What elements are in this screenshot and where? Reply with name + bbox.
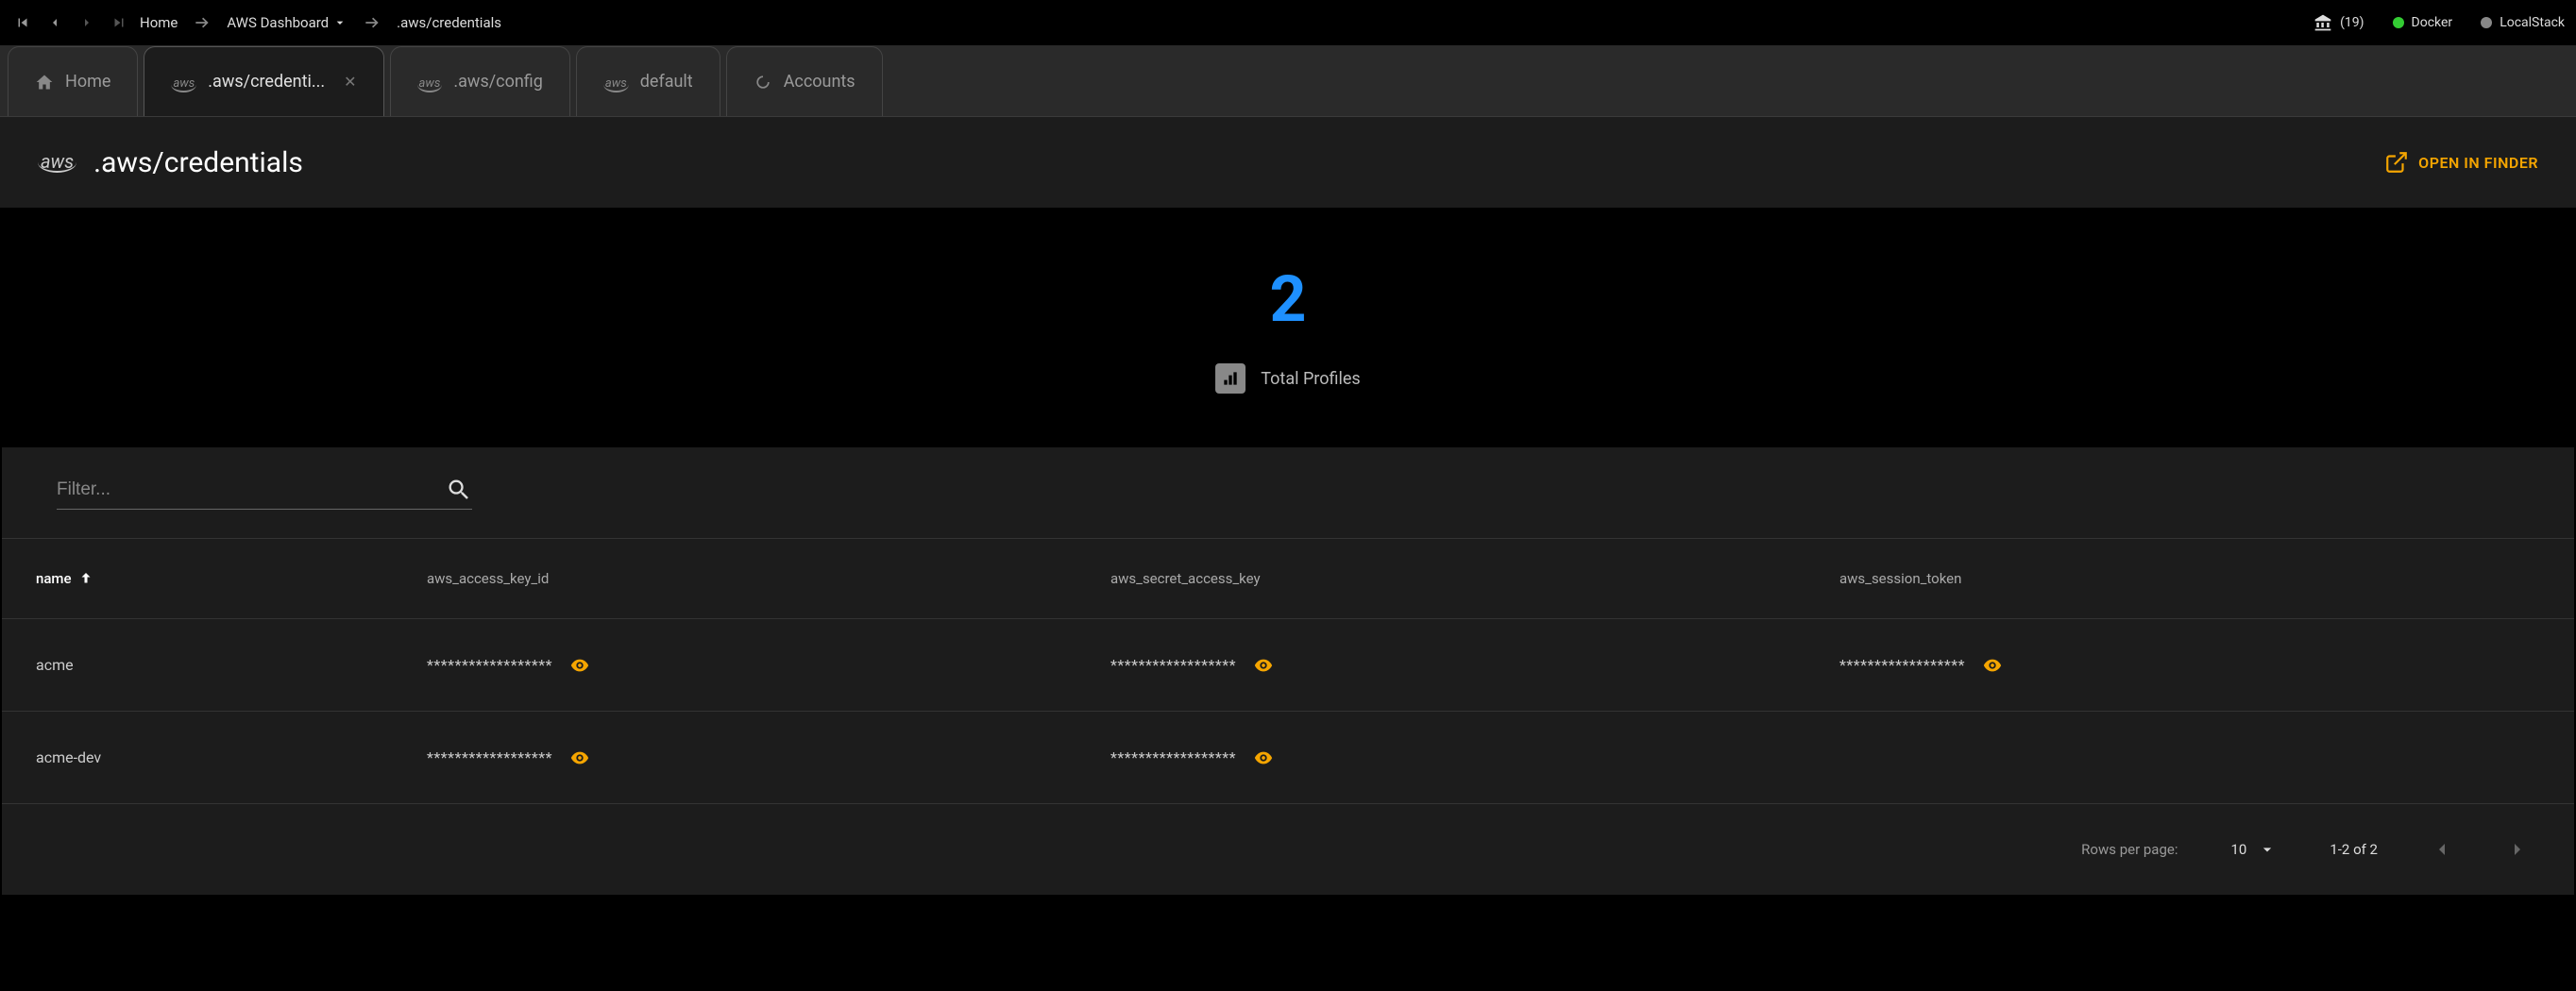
column-name-label: name [36,570,72,587]
bank-icon [2313,13,2332,32]
dropdown-icon [2258,840,2277,859]
cell-name: acme-dev [2,748,393,766]
status-dot-gray [2481,17,2492,28]
nav-first-icon[interactable] [11,11,34,34]
page-title: .aws/credentials [93,146,303,179]
sort-asc-icon [77,570,94,587]
status-localstack[interactable]: LocalStack [2481,15,2565,30]
tab-config-icon: aws [417,72,443,92]
total-profiles-label: Total Profiles [1261,369,1360,389]
search-icon[interactable] [446,477,472,503]
cell-access-key: ****************** [393,655,1076,676]
column-session-token[interactable]: aws_session_token [1805,570,2574,587]
nav-back-icon[interactable] [43,11,66,34]
breadcrumb-dashboard-label: AWS Dashboard [227,14,329,31]
reveal-eye-icon[interactable] [569,747,590,768]
tab-accounts-label: Accounts [784,72,856,92]
tab-credentials[interactable]: aws .aws/credenti... ✕ [144,46,383,116]
tab-home[interactable]: Home [8,46,138,116]
cell-secret-key: ****************** [1076,655,1805,676]
table-row[interactable]: acme************************************… [2,619,2574,712]
reveal-eye-icon[interactable] [569,655,590,676]
breadcrumb-current: .aws/credentials [397,14,501,31]
top-nav-bar: Home AWS Dashboard .aws/credentials (19)… [0,0,2576,45]
status-docker[interactable]: Docker [2393,15,2453,30]
tabs-row: Homeaws.aws/credenti...✕aws.aws/configaw… [0,45,2576,117]
aws-logo-icon: aws [38,152,76,173]
breadcrumb-home[interactable]: Home [140,14,178,31]
table-row[interactable]: acme-dev********************************… [2,712,2574,804]
tab-accounts-icon [754,73,772,92]
bar-chart-icon [1215,363,1246,394]
chevron-down-icon [332,15,347,30]
tab-home-icon [35,73,54,92]
column-secret-key[interactable]: aws_secret_access_key [1076,570,1805,587]
tab-credentials-icon: aws [171,72,196,92]
arrow-right-icon [193,13,212,32]
reveal-eye-icon[interactable] [1253,747,1274,768]
table-header-row: name aws_access_key_id aws_secret_access… [2,538,2574,619]
cell-name: acme [2,656,393,674]
page-next-button[interactable] [2506,838,2529,861]
pagination-row: Rows per page: 10 1-2 of 2 [2,804,2574,895]
tab-home-label: Home [65,72,110,92]
status-accounts[interactable]: (19) [2313,13,2364,32]
filter-row [2,447,2574,538]
rows-per-page-value: 10 [2230,841,2246,858]
tab-config[interactable]: aws .aws/config [390,46,570,116]
open-external-icon [2384,150,2409,175]
tab-config-label: .aws/config [453,72,543,92]
profiles-table: name aws_access_key_id aws_secret_access… [2,538,2574,804]
cell-secret-key: ****************** [1076,747,1805,768]
cell-access-key: ****************** [393,747,1076,768]
rows-per-page-select[interactable]: 10 [2230,840,2277,859]
cell-session-token: ****************** [1805,655,2574,676]
reveal-eye-icon[interactable] [1253,655,1274,676]
tab-default-label: default [640,72,693,92]
localstack-label: LocalStack [2500,15,2565,30]
breadcrumb-dashboard[interactable]: AWS Dashboard [227,14,347,31]
tab-credentials-label: .aws/credenti... [208,72,325,92]
tab-default-icon: aws [603,72,629,92]
accounts-count: (19) [2340,15,2364,30]
stats-band: 2 Total Profiles [2,208,2574,447]
rows-per-page-label: Rows per page: [2081,841,2178,858]
tab-default[interactable]: aws default [576,46,720,116]
nav-forward-icon[interactable] [76,11,98,34]
total-profiles-count: 2 [1269,261,1306,337]
status-dot-green [2393,17,2404,28]
open-in-finder-label: OPEN IN FINDER [2418,154,2538,172]
tab-close-icon[interactable]: ✕ [344,73,356,91]
docker-label: Docker [2412,15,2453,30]
page-range: 1-2 of 2 [2330,841,2378,858]
column-access-key[interactable]: aws_access_key_id [393,570,1076,587]
tab-accounts[interactable]: Accounts [726,46,883,116]
filter-input[interactable] [57,479,434,500]
page-prev-button[interactable] [2431,838,2453,861]
arrow-right-icon [363,13,381,32]
page-header: aws .aws/credentials OPEN IN FINDER [0,117,2576,208]
open-in-finder-button[interactable]: OPEN IN FINDER [2384,150,2538,175]
nav-last-icon[interactable] [108,11,130,34]
column-name[interactable]: name [2,570,393,587]
reveal-eye-icon[interactable] [1982,655,2003,676]
